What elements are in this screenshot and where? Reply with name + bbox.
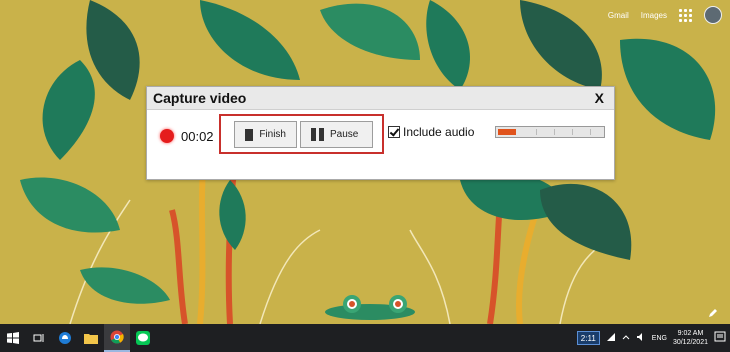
stop-icon	[245, 128, 254, 141]
pause-button[interactable]: Pause	[300, 121, 373, 148]
file-explorer-icon[interactable]	[78, 324, 104, 352]
google-top-links: Gmail Images	[608, 6, 722, 24]
finish-button[interactable]: Finish	[234, 121, 297, 148]
gmail-link[interactable]: Gmail	[608, 11, 629, 20]
clock-time: 9:02 AM	[677, 330, 704, 337]
taskbar-clock[interactable]: 9:02 AM 30/12/2021	[673, 329, 708, 347]
checkbox-checked-icon[interactable]	[388, 126, 400, 138]
dialog-title-bar[interactable]: Capture video X	[147, 87, 614, 110]
audio-level-fill	[498, 129, 516, 135]
pause-label: Pause	[330, 129, 359, 140]
audio-level-meter	[495, 126, 605, 138]
meter-tick	[590, 129, 591, 135]
recording-timer: 00:02	[181, 129, 214, 144]
close-button[interactable]: X	[595, 90, 604, 106]
include-audio-label: Include audio	[403, 125, 475, 139]
meter-tick	[572, 129, 573, 135]
chevron-up-icon[interactable]	[622, 334, 630, 342]
dialog-title: Capture video	[153, 90, 247, 106]
language-indicator[interactable]: ENG	[652, 335, 667, 342]
volume-icon[interactable]	[636, 332, 646, 344]
windows-taskbar: 2:11 ENG 9:02 AM 30/12/2021	[0, 324, 730, 352]
line-icon[interactable]	[130, 324, 156, 352]
pause-icon	[311, 128, 324, 141]
chrome-icon[interactable]	[104, 324, 130, 352]
system-tray: 2:11 ENG 9:02 AM 30/12/2021	[576, 324, 708, 352]
task-view-icon[interactable]	[26, 324, 52, 352]
include-audio-checkbox[interactable]: Include audio	[388, 125, 474, 139]
recording-indicator-icon	[160, 129, 174, 143]
finish-label: Finish	[259, 129, 286, 140]
notification-icon[interactable]	[714, 331, 726, 343]
meter-tick	[536, 129, 537, 135]
pencil-icon[interactable]	[708, 308, 718, 318]
network-icon[interactable]	[606, 332, 616, 344]
battery-indicator[interactable]: 2:11	[576, 331, 600, 345]
clock-date: 30/12/2021	[672, 339, 708, 346]
edge-icon[interactable]	[52, 324, 78, 352]
meter-tick	[554, 129, 555, 135]
avatar[interactable]	[704, 6, 722, 24]
images-link[interactable]: Images	[641, 11, 667, 20]
apps-grid-icon[interactable]	[679, 8, 692, 22]
windows-start-icon[interactable]	[0, 324, 26, 352]
